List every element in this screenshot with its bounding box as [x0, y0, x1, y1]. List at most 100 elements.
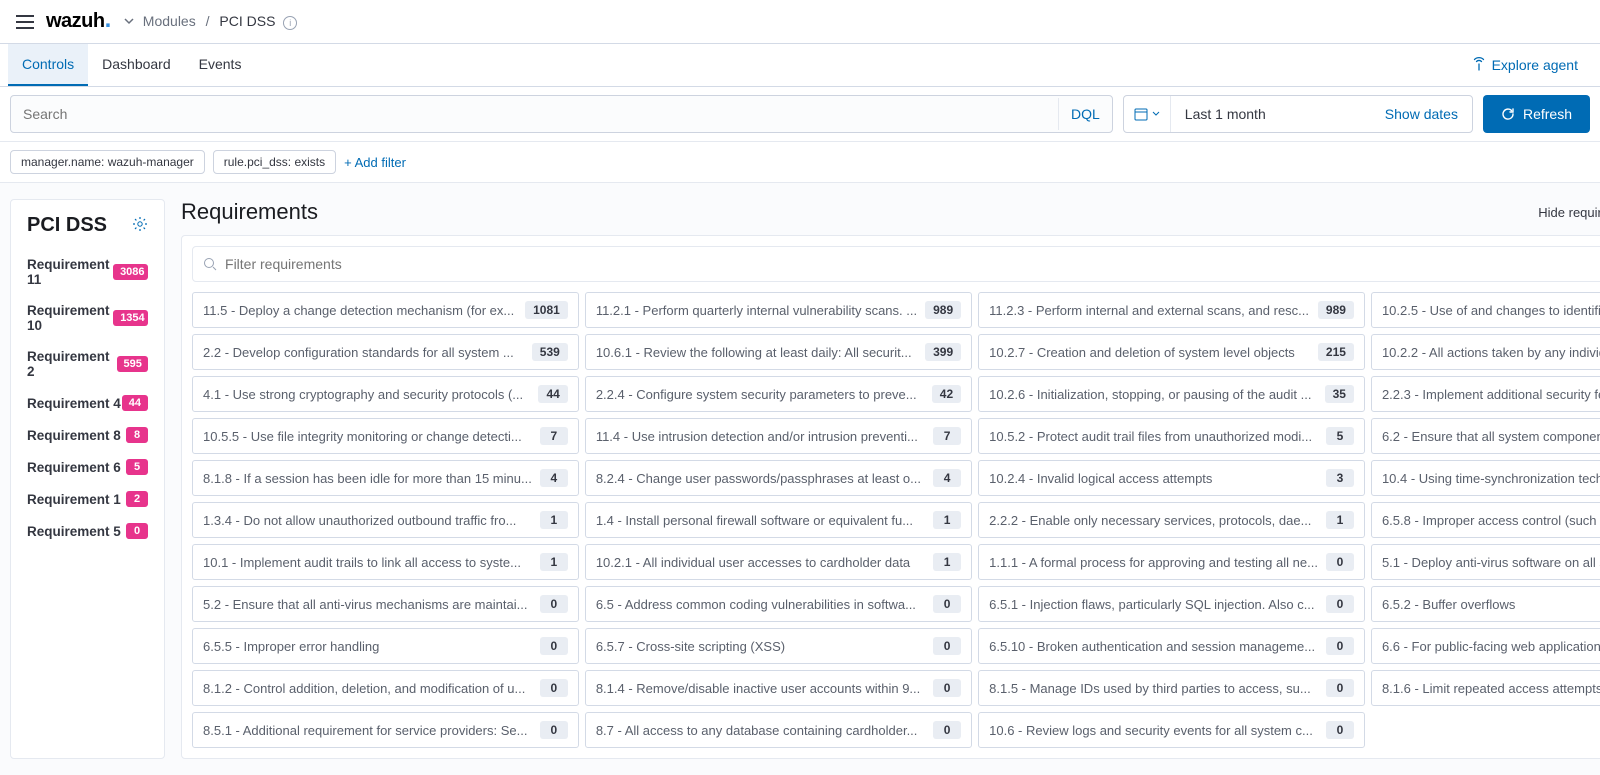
requirement-label: 2.2.2 - Enable only necessary services, … — [989, 513, 1318, 528]
requirement-card[interactable]: 11.2.3 - Perform internal and external s… — [978, 292, 1365, 328]
search-input[interactable] — [11, 106, 1058, 122]
requirement-label: 10.2.5 - Use of and changes to identific… — [1382, 303, 1600, 318]
requirement-card[interactable]: 6.5.8 - Improper access control (such an… — [1371, 502, 1600, 538]
requirement-card[interactable]: 2.2.4 - Configure system security parame… — [585, 376, 972, 412]
sidebar-item[interactable]: Requirement 101354 — [11, 295, 164, 341]
requirement-card[interactable]: 10.2.4 - Invalid logical access attempts… — [978, 460, 1365, 496]
page-title: Requirements — [181, 199, 318, 225]
requirement-label: 10.2.2 - All actions taken by any indivi… — [1382, 345, 1600, 360]
requirement-card[interactable]: 10.2.6 - Initialization, stopping, or pa… — [978, 376, 1365, 412]
breadcrumb-current: PCI DSS — [219, 13, 275, 29]
add-filter-button[interactable]: + Add filter — [344, 155, 406, 170]
filter-pill-manager[interactable]: manager.name: wazuh-manager — [10, 150, 205, 174]
logo-text: wazuh — [46, 10, 105, 32]
requirement-card[interactable]: 8.5.1 - Additional requirement for servi… — [192, 712, 579, 748]
requirement-label: 1.3.4 - Do not allow unauthorized outbou… — [203, 513, 532, 528]
requirement-card[interactable]: 10.4 - Using time-synchronization techno… — [1371, 460, 1600, 496]
requirement-card[interactable]: 11.5 - Deploy a change detection mechani… — [192, 292, 579, 328]
requirement-card[interactable]: 2.2.2 - Enable only necessary services, … — [978, 502, 1365, 538]
tab-events[interactable]: Events — [185, 44, 256, 86]
logo[interactable]: wazuh. — [46, 10, 111, 33]
sidebar-item[interactable]: Requirement 113086 — [11, 249, 164, 295]
requirement-card[interactable]: 6.5.5 - Improper error handling0 — [192, 628, 579, 664]
requirement-card[interactable]: 6.5.10 - Broken authentication and sessi… — [978, 628, 1365, 664]
requirement-card[interactable]: 10.2.7 - Creation and deletion of system… — [978, 334, 1365, 370]
requirement-card[interactable]: 6.2 - Ensure that all system components … — [1371, 418, 1600, 454]
show-dates-button[interactable]: Show dates — [1371, 106, 1472, 122]
requirement-card[interactable]: 8.1.5 - Manage IDs used by third parties… — [978, 670, 1365, 706]
requirement-card[interactable]: 11.2.1 - Perform quarterly internal vuln… — [585, 292, 972, 328]
filter-pill-rule[interactable]: rule.pci_dss: exists — [213, 150, 336, 174]
requirement-card[interactable]: 10.6.1 - Review the following at least d… — [585, 334, 972, 370]
requirement-card[interactable]: 6.5.2 - Buffer overflows0 — [1371, 586, 1600, 622]
sidebar-title: PCI DSS — [27, 214, 107, 237]
sidebar-item[interactable]: Requirement 12 — [11, 483, 164, 515]
requirement-count: 44 — [538, 385, 567, 403]
main-panel: Requirements Hide requirements with no a… — [181, 199, 1600, 759]
requirement-card[interactable]: 1.3.4 - Do not allow unauthorized outbou… — [192, 502, 579, 538]
requirement-count: 5 — [1326, 427, 1354, 445]
requirement-card[interactable]: 1.4 - Install personal firewall software… — [585, 502, 972, 538]
sidebar-item-label: Requirement 8 — [27, 428, 121, 443]
sidebar-item[interactable]: Requirement 2595 — [11, 341, 164, 387]
chevron-down-icon[interactable] — [123, 14, 135, 30]
requirement-card[interactable]: 10.5.5 - Use file integrity monitoring o… — [192, 418, 579, 454]
info-icon[interactable]: i — [283, 16, 297, 30]
requirement-label: 6.5.7 - Cross-site scripting (XSS) — [596, 639, 925, 654]
sidebar-item-count: 44 — [122, 395, 148, 411]
requirement-card[interactable]: 5.1 - Deploy anti-virus software on all … — [1371, 544, 1600, 580]
requirement-card[interactable]: 6.5.1 - Injection flaws, particularly SQ… — [978, 586, 1365, 622]
refresh-label: Refresh — [1523, 106, 1572, 122]
requirement-card[interactable]: 6.5.7 - Cross-site scripting (XSS)0 — [585, 628, 972, 664]
requirement-card[interactable]: 11.4 - Use intrusion detection and/or in… — [585, 418, 972, 454]
requirement-count: 0 — [1326, 721, 1354, 739]
requirement-label: 6.5 - Address common coding vulnerabilit… — [596, 597, 925, 612]
refresh-icon — [1501, 107, 1515, 121]
requirement-card[interactable]: 10.2.2 - All actions taken by any indivi… — [1371, 334, 1600, 370]
sidebar-item[interactable]: Requirement 88 — [11, 419, 164, 451]
requirement-card[interactable]: 8.2.4 - Change user passwords/passphrase… — [585, 460, 972, 496]
filter-requirements-input[interactable] — [225, 256, 1600, 272]
breadcrumb-modules[interactable]: Modules — [143, 13, 196, 29]
requirement-count: 0 — [933, 679, 961, 697]
content: PCI DSS Requirement 113086Requirement 10… — [0, 183, 1600, 775]
requirement-card[interactable]: 8.1.6 - Limit repeated access attempts b… — [1371, 670, 1600, 706]
requirement-card[interactable]: 8.7 - All access to any database contain… — [585, 712, 972, 748]
gear-icon[interactable] — [132, 216, 148, 235]
requirement-label: 1.1.1 - A formal process for approving a… — [989, 555, 1318, 570]
requirement-card[interactable]: 2.2 - Develop configuration standards fo… — [192, 334, 579, 370]
sidebar-item[interactable]: Requirement 65 — [11, 451, 164, 483]
refresh-button[interactable]: Refresh — [1483, 95, 1590, 133]
requirement-card[interactable]: 8.1.8 - If a session has been idle for m… — [192, 460, 579, 496]
requirement-card[interactable]: 10.1 - Implement audit trails to link al… — [192, 544, 579, 580]
requirement-card[interactable]: 8.1.2 - Control addition, deletion, and … — [192, 670, 579, 706]
dql-button[interactable]: DQL — [1058, 98, 1112, 130]
explore-agent-button[interactable]: Explore agent — [1458, 47, 1592, 84]
requirement-card[interactable]: 10.6 - Review logs and security events f… — [978, 712, 1365, 748]
requirement-card[interactable]: 4.1 - Use strong cryptography and securi… — [192, 376, 579, 412]
sidebar-item[interactable]: Requirement 444 — [11, 387, 164, 419]
requirement-card[interactable]: 5.2 - Ensure that all anti-virus mechani… — [192, 586, 579, 622]
menu-icon[interactable] — [16, 15, 34, 29]
requirement-card[interactable]: 8.1.4 - Remove/disable inactive user acc… — [585, 670, 972, 706]
requirement-card[interactable]: 6.6 - For public-facing web applications… — [1371, 628, 1600, 664]
date-range-text[interactable]: Last 1 month — [1171, 106, 1371, 122]
calendar-icon[interactable] — [1124, 96, 1171, 132]
tab-dashboard[interactable]: Dashboard — [88, 44, 185, 86]
requirement-label: 8.1.4 - Remove/disable inactive user acc… — [596, 681, 925, 696]
sidebar-item[interactable]: Requirement 50 — [11, 515, 164, 547]
hide-toggle-label: Hide requirements with no alerts — [1538, 205, 1600, 220]
requirements-grid: 11.5 - Deploy a change detection mechani… — [192, 292, 1600, 748]
requirement-card[interactable]: 10.5.2 - Protect audit trail files from … — [978, 418, 1365, 454]
requirement-label: 8.1.8 - If a session has been idle for m… — [203, 471, 532, 486]
requirement-card[interactable]: 2.2.3 - Implement additional security fe… — [1371, 376, 1600, 412]
sidebar-item-count: 5 — [126, 459, 148, 475]
requirement-card[interactable]: 1.1.1 - A formal process for approving a… — [978, 544, 1365, 580]
requirement-card[interactable]: 6.5 - Address common coding vulnerabilit… — [585, 586, 972, 622]
requirement-card[interactable]: 10.2.5 - Use of and changes to identific… — [1371, 292, 1600, 328]
requirement-label: 10.2.1 - All individual user accesses to… — [596, 555, 925, 570]
tab-controls[interactable]: Controls — [8, 44, 88, 86]
requirement-label: 10.2.7 - Creation and deletion of system… — [989, 345, 1310, 360]
requirement-card[interactable]: 10.2.1 - All individual user accesses to… — [585, 544, 972, 580]
requirement-label: 11.2.1 - Perform quarterly internal vuln… — [596, 303, 917, 318]
